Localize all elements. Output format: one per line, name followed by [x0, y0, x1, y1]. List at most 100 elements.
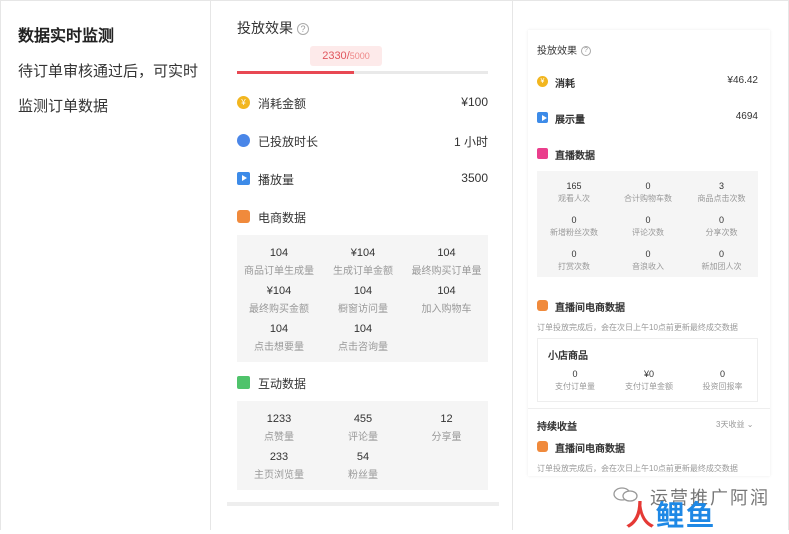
help-icon[interactable]: ? — [297, 23, 309, 36]
ecommerce-grid: 104 商品订单生成量 ¥104 生成订单金额 104 最终购买订单量 ¥104 最终购… — [237, 235, 488, 362]
metric-value: ¥100 — [461, 95, 488, 109]
coin-icon: ¥ — [237, 96, 250, 109]
stat-value: 0 — [645, 215, 651, 225]
progress-label: 2330/5000 — [310, 46, 382, 66]
stat-label: 商品点击次数 — [697, 194, 746, 203]
stat-label: 新增粉丝次数 — [550, 228, 598, 237]
metric-label: 播放量 — [258, 173, 295, 187]
stat-value: 455 — [353, 413, 373, 425]
stat-cell: 54 粉丝量 — [321, 451, 405, 481]
logo-chars: 鲤鱼 — [656, 500, 717, 531]
stat-label: 支付订单量 — [555, 382, 595, 391]
stat-cell: 104 商品订单生成量 — [237, 247, 321, 277]
stat-cell: 233 主页浏览量 — [237, 451, 321, 481]
bar-chart-icon — [237, 376, 250, 389]
stat-cell: 455 评论量 — [321, 413, 405, 443]
section-header-ecommerce: 电商数据 — [237, 207, 488, 227]
stat-cell: 104 橱窗访问量 — [321, 285, 405, 315]
store-title: 小店商品 — [548, 351, 588, 362]
stat-label: 生成订单金额 — [333, 266, 393, 277]
stat-value: 0 — [718, 249, 724, 259]
effect-header-label: 投放效果 — [537, 46, 577, 57]
stat-cell: 104 点击咨询量 — [321, 323, 405, 353]
stat-value: 104 — [353, 285, 373, 297]
stat-value: 233 — [269, 451, 289, 463]
stat-cell: 3 商品点击次数 — [685, 181, 758, 204]
stat-cell: 165 观看人次 — [537, 181, 611, 204]
stat-label: 分享量 — [431, 432, 462, 443]
stat-label: 点赞量 — [264, 432, 294, 443]
metric-row-cost: ¥ 消耗金额 ¥100 — [237, 93, 488, 113]
store-grid: 小店商品 0 支付订单量 ¥0 支付订单金额 0 投资回报率 — [537, 338, 758, 402]
stat-value: 0 — [571, 249, 577, 259]
play-icon — [537, 112, 548, 123]
section-header-live-ecom: 直播间电商数据 — [537, 298, 758, 314]
stat-label: 粉丝量 — [348, 470, 378, 481]
stat-value: 0 — [571, 215, 577, 225]
stat-label: 合计购物车数 — [624, 194, 672, 203]
section-header-interaction: 互动数据 — [237, 373, 488, 393]
metric-value: 4694 — [735, 111, 758, 122]
stat-label: 评论次数 — [632, 228, 664, 237]
section-header-live-ecom-2: 直播间电商数据 — [537, 439, 758, 455]
stat-label: 投资回报率 — [702, 382, 743, 391]
stat-value: 104 — [437, 285, 456, 297]
metric-row-plays: 播放量 3500 — [237, 169, 488, 189]
stat-label: 音浪收入 — [632, 262, 664, 271]
earnings-title: 持续收益 — [537, 422, 577, 433]
effect-header-live: 投放效果? — [537, 42, 591, 57]
stat-cell: 104 最终购买订单量 — [405, 247, 488, 277]
stat-cell: ¥104 最终购买金额 — [237, 285, 321, 315]
interaction-grid: 1233 点赞量 455 评论量 12 分享量 233 主页浏览量 54 粉丝量 — [237, 401, 488, 490]
earnings-period-label: 3天收益 — [716, 420, 745, 429]
stat-cell: 1233 点赞量 — [237, 413, 321, 443]
section-title: 直播间电商数据 — [555, 444, 625, 455]
metric-row-cost: ¥ 消耗 ¥46.42 — [537, 74, 758, 90]
progress-current: 2330 — [322, 50, 347, 62]
stat-label: 商品订单生成量 — [244, 266, 314, 277]
stat-value: 54 — [356, 451, 370, 463]
tv-icon — [537, 148, 548, 159]
metric-value: 3500 — [461, 171, 488, 185]
stat-label: 橱窗访问量 — [338, 304, 388, 315]
shopping-bag-icon — [537, 300, 548, 311]
shopping-bag-icon — [537, 441, 548, 452]
update-note: 订单投放完成后，会在次日上午10点前更新最终成交数据 — [537, 464, 738, 473]
stat-value: 3 — [718, 181, 724, 191]
feature-title: 数据实时监测 — [18, 28, 115, 45]
clock-icon — [237, 134, 250, 147]
panel-bottom-bar — [227, 502, 499, 506]
live-grid: 165 观看人次 0 合计购物车数 3 商品点击次数 0 新增粉丝次数 0 评论次数 0 分… — [537, 171, 758, 277]
earnings-period-select[interactable]: 3天收益 ⌄ — [716, 419, 753, 430]
stat-label: 加入购物车 — [421, 304, 472, 315]
stat-cell: 0 投资回报率 — [686, 369, 759, 392]
stat-value: 0 — [572, 369, 578, 379]
section-title: 直播数据 — [555, 151, 595, 162]
stat-cell: 12 分享量 — [405, 413, 488, 443]
feature-description: 待订单审核通过后，可实时监测订单数据 — [18, 63, 199, 115]
effect-header: 投放效果? — [237, 18, 309, 38]
stat-label: 新加团人次 — [701, 262, 742, 271]
help-icon[interactable]: ? — [581, 46, 591, 57]
stat-value: 104 — [269, 247, 289, 259]
stat-cell: 0 打赏次数 — [537, 249, 611, 272]
stat-label: 支付订单金额 — [625, 382, 673, 391]
stat-value: 0 — [719, 369, 725, 379]
stat-label: 点击想要量 — [254, 342, 304, 353]
stat-label: 主页浏览量 — [254, 470, 304, 481]
watermark-logo: 人鲤鱼 — [626, 494, 716, 534]
metric-label: 已投放时长 — [258, 135, 319, 149]
stat-cell: 0 支付订单量 — [538, 369, 612, 392]
update-note: 订单投放完成后，会在次日上午10点前更新最终成交数据 — [537, 323, 738, 332]
stat-label: 最终购买金额 — [249, 304, 309, 315]
stat-value: 104 — [437, 247, 456, 259]
comparison-table: 数据实时监测 待订单审核通过后，可实时监测订单数据 投放效果? 2330/500… — [0, 0, 789, 531]
stat-value: 104 — [353, 323, 373, 335]
shopping-bag-icon — [237, 210, 250, 223]
stat-label: 最终购买订单量 — [411, 266, 482, 277]
metric-value: ¥46.42 — [727, 75, 758, 86]
stat-cell: 0 分享次数 — [685, 215, 758, 238]
progress-track — [237, 71, 488, 74]
section-header-live: 直播数据 — [537, 146, 758, 162]
stat-cell: ¥0 支付订单金额 — [612, 369, 686, 392]
